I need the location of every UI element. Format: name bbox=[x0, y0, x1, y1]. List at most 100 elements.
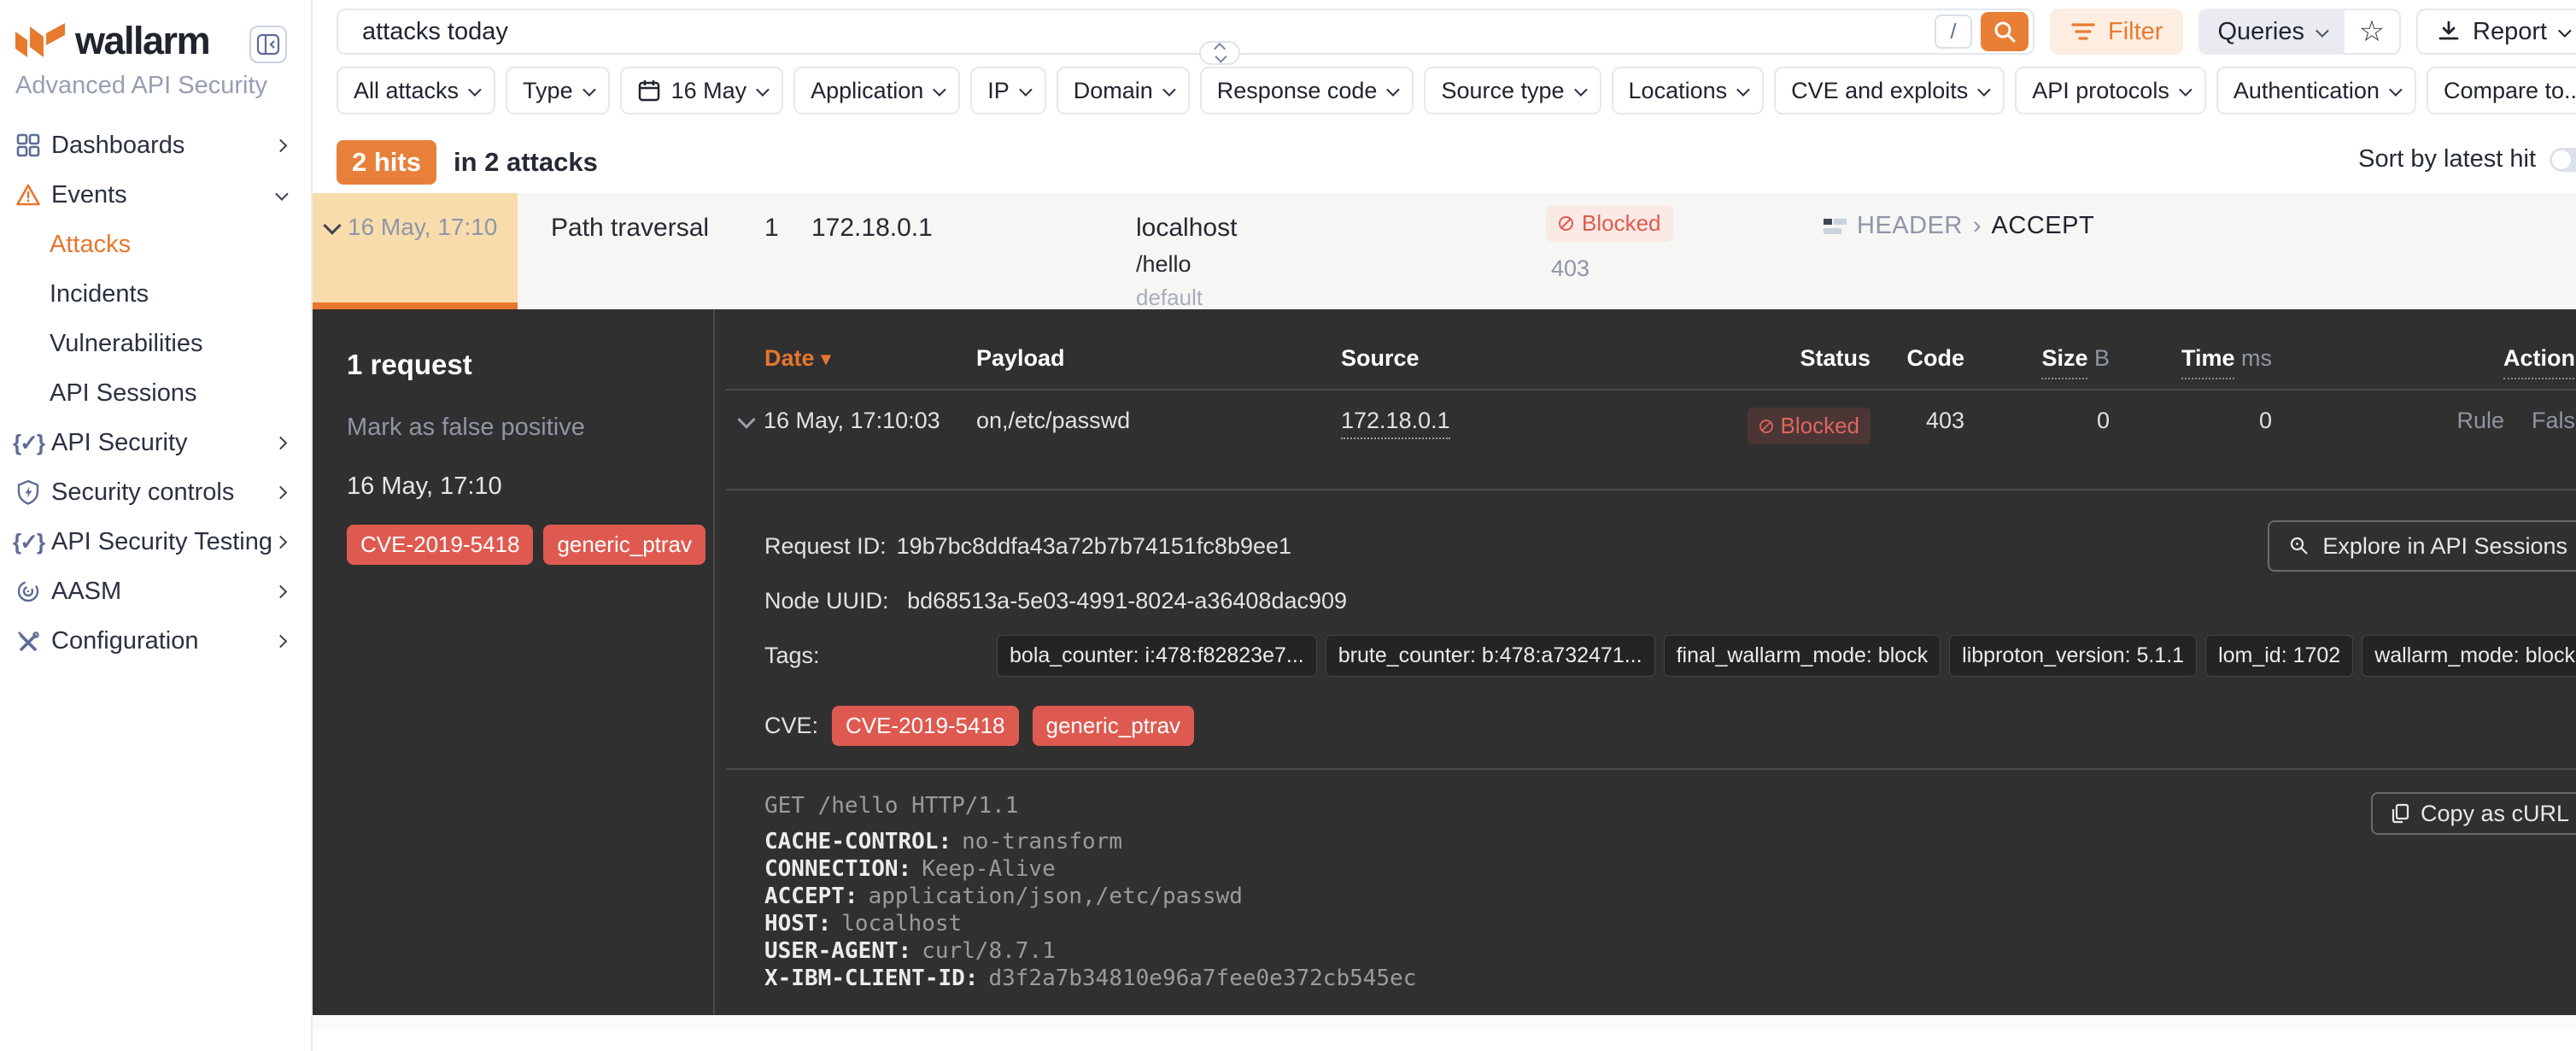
queries-dropdown[interactable]: Queries bbox=[2198, 9, 2345, 55]
request-id-label: Request ID: bbox=[764, 533, 887, 560]
rule-action[interactable]: Rule bbox=[2456, 408, 2504, 434]
collapse-search-pill[interactable] bbox=[1199, 41, 1240, 65]
filter-chip-domain[interactable]: Domain bbox=[1057, 67, 1190, 114]
attack-row[interactable]: 16 May, 17:10 Path traversal 1 172.18.0.… bbox=[313, 193, 2576, 309]
copy-as-curl-button[interactable]: Copy as cURL bbox=[2371, 792, 2576, 835]
sidebar-item-dashboards[interactable]: Dashboards bbox=[0, 120, 311, 170]
filter-button[interactable]: Filter bbox=[2050, 9, 2183, 55]
filter-chip-ip[interactable]: IP bbox=[970, 67, 1046, 114]
header-label: Actions bbox=[2503, 345, 2576, 379]
filter-chip-authentication[interactable]: Authentication bbox=[2216, 67, 2416, 114]
sort-toggle[interactable] bbox=[2550, 148, 2576, 172]
collapse-sidebar-button[interactable] bbox=[249, 26, 287, 63]
attack-date-cell[interactable]: 16 May, 17:10 bbox=[313, 193, 518, 309]
false-action[interactable]: False bbox=[2532, 408, 2576, 434]
filter-chip-locations[interactable]: Locations bbox=[1612, 67, 1765, 114]
tag-chip[interactable]: lom_id: 1702 bbox=[2205, 635, 2353, 677]
cve-badge[interactable]: CVE-2019-5418 bbox=[832, 706, 1018, 746]
blocked-icon bbox=[1759, 419, 1774, 434]
header-unit: ms bbox=[2241, 345, 2272, 371]
filter-chip-all-attacks[interactable]: All attacks bbox=[337, 67, 495, 114]
tag-chip[interactable]: final_wallarm_mode: block bbox=[1664, 635, 1941, 677]
search-input[interactable] bbox=[360, 17, 1935, 47]
report-button[interactable]: Report bbox=[2416, 9, 2576, 55]
request-source-ip[interactable]: 172.18.0.1 bbox=[1341, 408, 1450, 439]
chevron-down-icon bbox=[468, 83, 482, 97]
chip-label: CVE and exploits bbox=[1791, 78, 1968, 104]
sidebar-item-api-security-testing[interactable]: {✓} API Security Testing bbox=[0, 517, 311, 567]
column-header-time[interactable]: Time ms bbox=[2110, 345, 2272, 372]
attack-tag-badge[interactable]: generic_ptrav bbox=[1033, 706, 1195, 746]
request-table-row[interactable]: 16 May, 17:10:03 on,/etc/passwd 172.18.0… bbox=[764, 390, 2576, 444]
detail-badges: CVE-2019-5418 generic_ptrav bbox=[347, 525, 713, 565]
request-size: 0 bbox=[1964, 408, 2110, 434]
wallarm-console: wallarm Advanced API Security Dashboards bbox=[0, 0, 2576, 1051]
location-value: ACCEPT bbox=[1992, 212, 2095, 240]
tag-chip[interactable]: brute_counter: b:478:a732471... bbox=[1326, 635, 1655, 677]
request-id-value: 19b7bc8ddfa43a72b7b74151fc8b9ee1 bbox=[897, 533, 1291, 560]
tag-chip[interactable]: bola_counter: i:478:f82823e7... bbox=[997, 635, 1317, 677]
column-header-payload: Payload bbox=[976, 345, 1341, 372]
cve-badge[interactable]: CVE-2019-5418 bbox=[347, 525, 533, 565]
http-header-name: HOST: bbox=[764, 911, 831, 937]
favorite-star-button[interactable]: ☆ bbox=[2345, 9, 2401, 55]
attacks-count-text: in 2 attacks bbox=[454, 147, 598, 178]
sidebar-item-configuration[interactable]: Configuration bbox=[0, 616, 311, 666]
filter-chip-compare-to[interactable]: Compare to... bbox=[2427, 67, 2576, 114]
tag-chip[interactable]: wallarm_mode: block bbox=[2362, 635, 2576, 677]
chevron-down-icon bbox=[2558, 24, 2572, 38]
chevron-down-icon bbox=[1977, 83, 1991, 97]
chevron-right-icon bbox=[274, 436, 288, 449]
detail-datetime: 16 May, 17:10 bbox=[347, 473, 713, 501]
explore-button-label: Explore in API Sessions bbox=[2322, 533, 2567, 560]
sidebar-item-attacks[interactable]: Attacks bbox=[0, 220, 311, 269]
request-source-cell[interactable]: 172.18.0.1 bbox=[1341, 408, 1742, 434]
filter-chip-application[interactable]: Application bbox=[793, 67, 960, 114]
sidebar-item-label: API Security bbox=[51, 429, 188, 457]
http-header-line: CACHE-CONTROL:no-transform bbox=[764, 828, 2576, 855]
sidebar-item-incidents[interactable]: Incidents bbox=[0, 269, 311, 319]
sidebar-item-label: API Sessions bbox=[50, 379, 196, 408]
column-header-date[interactable]: Date ▾ bbox=[764, 345, 976, 372]
header-label: Source bbox=[1341, 345, 1420, 371]
sidebar-item-aasm[interactable]: AASM bbox=[0, 567, 311, 616]
copy-icon bbox=[2390, 802, 2410, 825]
chevron-down-icon bbox=[756, 83, 770, 97]
status-badge: Blocked bbox=[1748, 408, 1871, 444]
chip-label: API protocols bbox=[2032, 78, 2169, 104]
sidebar-item-api-security[interactable]: {✓} API Security bbox=[0, 418, 311, 467]
mark-false-positive-link[interactable]: Mark as false positive bbox=[347, 414, 713, 442]
column-header-size[interactable]: Size B bbox=[1964, 345, 2110, 372]
chip-label: Domain bbox=[1074, 78, 1153, 104]
filter-chip-cve-exploits[interactable]: CVE and exploits bbox=[1774, 67, 2005, 114]
http-header-name: CACHE-CONTROL: bbox=[764, 829, 951, 854]
sidebar-item-security-controls[interactable]: Security controls bbox=[0, 467, 311, 517]
filter-chip-type[interactable]: Type bbox=[506, 67, 610, 114]
tag-chip[interactable]: libproton_version: 5.1.1 bbox=[1949, 635, 2197, 677]
filter-chip-api-protocols[interactable]: API protocols bbox=[2015, 67, 2206, 114]
chip-label: 16 May bbox=[671, 78, 747, 104]
chevron-down-icon bbox=[1387, 83, 1401, 97]
results-summary: 2 hits in 2 attacks Sort by latest hit bbox=[313, 114, 2576, 190]
http-request-text: GET /hello HTTP/1.1 CACHE-CONTROL:no-tra… bbox=[764, 792, 2576, 992]
slash-shortcut-hint: / bbox=[1935, 15, 1972, 49]
filter-chip-date[interactable]: 16 May bbox=[620, 67, 784, 114]
main-area: / F bbox=[313, 0, 2576, 1051]
sidebar-item-vulnerabilities[interactable]: Vulnerabilities bbox=[0, 319, 311, 368]
attack-tag-badge[interactable]: generic_ptrav bbox=[543, 525, 705, 565]
explore-api-sessions-button[interactable]: Explore in API Sessions bbox=[2268, 520, 2576, 572]
filter-chip-source-type[interactable]: Source type bbox=[1424, 67, 1601, 114]
request-date-cell[interactable]: 16 May, 17:10:03 bbox=[764, 408, 976, 434]
sidebar-item-events[interactable]: Events bbox=[0, 170, 311, 220]
filter-chips-row: All attacks Type 16 May Application IP D… bbox=[313, 55, 2576, 114]
column-header-actions[interactable]: Actions bbox=[2272, 345, 2576, 372]
attack-source-ip[interactable]: 172.18.0.1 bbox=[811, 214, 933, 243]
request-date: 16 May, 17:10:03 bbox=[764, 408, 940, 434]
http-header-value: d3f2a7b34810e96a7fee0e372cb545ec bbox=[988, 966, 1416, 991]
queries-label: Queries bbox=[2217, 18, 2304, 46]
chevron-right-icon bbox=[274, 138, 288, 152]
search-button[interactable] bbox=[1981, 12, 2029, 51]
filter-chip-response-code[interactable]: Response code bbox=[1200, 67, 1414, 114]
attack-target: localhost /hello default bbox=[1136, 214, 1237, 311]
sidebar-item-api-sessions[interactable]: API Sessions bbox=[0, 368, 311, 418]
